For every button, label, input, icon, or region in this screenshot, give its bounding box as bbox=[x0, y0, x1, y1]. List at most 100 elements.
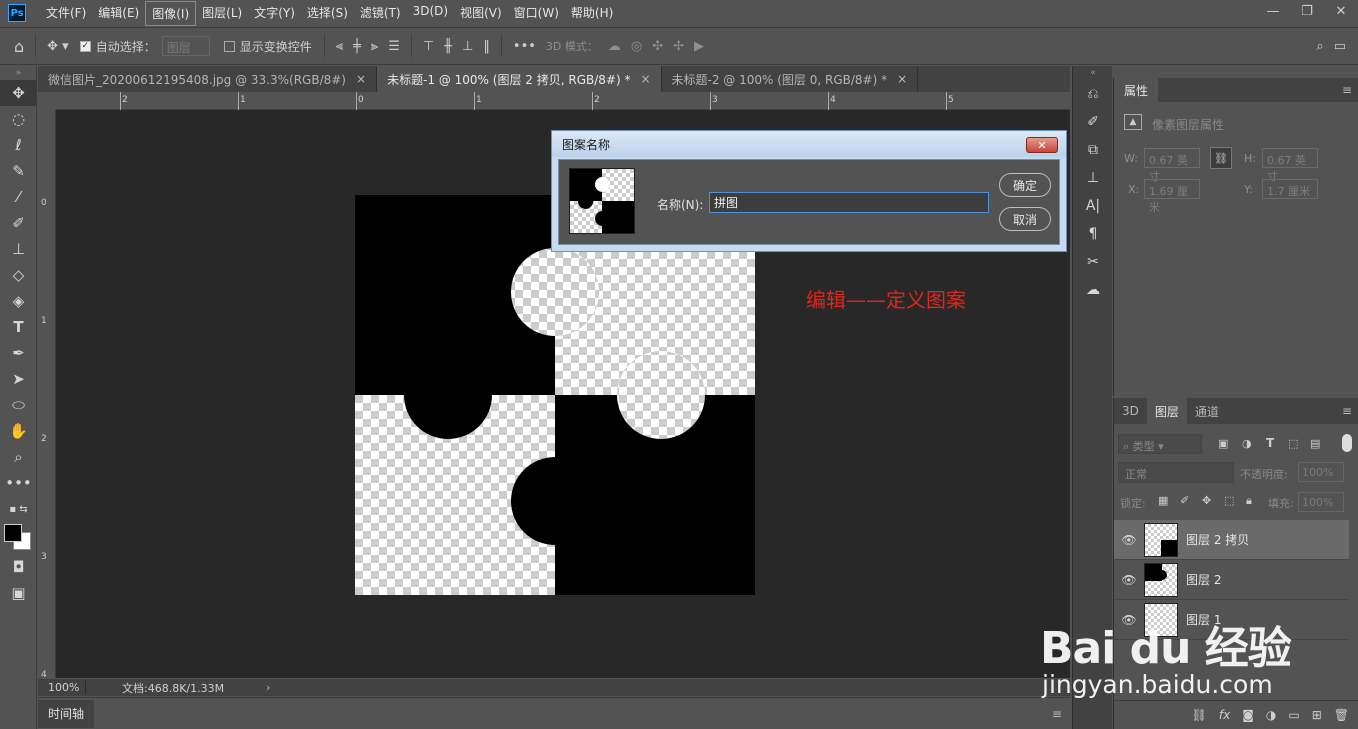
workspace-icon[interactable]: ▭ bbox=[1334, 39, 1346, 54]
delete-layer-icon[interactable]: 🗑︎ bbox=[1334, 708, 1349, 722]
fill-field[interactable]: 100% bbox=[1298, 492, 1344, 512]
marquee-tool-icon[interactable]: ◌ bbox=[0, 106, 37, 132]
tab-close-icon[interactable]: × bbox=[640, 72, 650, 86]
auto-select-checkbox[interactable]: ✓ 自动选择： bbox=[79, 38, 156, 55]
screen-mode-icon[interactable]: ▣ bbox=[0, 580, 37, 606]
align-top-icon[interactable]: ⊤ bbox=[423, 39, 434, 54]
history-icon[interactable]: ⎌ bbox=[1073, 80, 1113, 108]
tab-close-icon[interactable]: × bbox=[356, 72, 366, 86]
visibility-eye-icon[interactable]: 👁︎ bbox=[1114, 573, 1144, 587]
ellipse-tool-icon[interactable]: ⬭ bbox=[0, 392, 37, 418]
opacity-field[interactable]: 100% bbox=[1298, 462, 1344, 482]
smart-filter-icon[interactable]: ▤ bbox=[1310, 437, 1320, 450]
tools-icon[interactable]: ✂ bbox=[1073, 248, 1113, 276]
height-field[interactable]: 0.67 英寸 bbox=[1262, 148, 1318, 183]
stamp-tool-icon[interactable]: ⊥ bbox=[0, 236, 37, 262]
add-mask-icon[interactable]: ◙ bbox=[1242, 708, 1254, 722]
roll-3d-icon[interactable]: ◎ bbox=[631, 39, 642, 54]
lock-all-icon[interactable]: 🔒︎ bbox=[1246, 494, 1252, 508]
show-transform-checkbox[interactable]: 显示变换控件 bbox=[223, 38, 312, 55]
quick-mask-icon[interactable]: ◘ bbox=[0, 554, 37, 580]
ok-button[interactable]: 确定 bbox=[999, 173, 1051, 197]
x-field[interactable]: 1.69 厘米 bbox=[1144, 179, 1200, 214]
menu-item[interactable]: 滤镜(T) bbox=[354, 1, 407, 26]
move-tool-icon[interactable]: ✥ bbox=[0, 80, 37, 106]
horizontal-ruler[interactable]: 2 1 0 1 2 3 4 5 bbox=[56, 92, 1070, 110]
lock-artboard-icon[interactable]: ⬚ bbox=[1224, 494, 1234, 507]
link-layers-icon[interactable]: ⛓ bbox=[1192, 708, 1207, 722]
status-expand-icon[interactable]: › bbox=[266, 681, 270, 694]
path-select-tool-icon[interactable]: ➤ bbox=[0, 366, 37, 392]
type-filter-icon[interactable]: T bbox=[1266, 436, 1274, 450]
menu-item[interactable]: 视图(V) bbox=[454, 1, 508, 26]
camera-3d-icon[interactable]: ▶ bbox=[694, 39, 704, 54]
width-field[interactable]: 0.67 英寸 bbox=[1144, 148, 1200, 183]
menu-item[interactable]: 图层(L) bbox=[196, 1, 248, 26]
minimize-icon[interactable]: — bbox=[1256, 0, 1290, 22]
document-tab[interactable]: 未标题-2 @ 100% (图层 0, RGB/8#) * × bbox=[662, 66, 919, 92]
tab-3d[interactable]: 3D bbox=[1114, 398, 1147, 424]
zoom-level[interactable]: 100% bbox=[38, 681, 86, 694]
close-icon[interactable]: ✕ bbox=[1324, 0, 1358, 22]
menu-item[interactable]: 文件(F) bbox=[40, 1, 92, 26]
type-tool-icon[interactable]: T bbox=[0, 314, 37, 340]
vertical-ruler[interactable]: 01234 bbox=[38, 110, 56, 680]
fx-icon[interactable]: fx bbox=[1219, 708, 1230, 722]
lock-pixels-icon[interactable]: ✐ bbox=[1180, 494, 1189, 507]
menu-item[interactable]: 帮助(H) bbox=[565, 1, 619, 26]
layer-row-2-copy[interactable]: 👁︎ 图层 2 拷贝 bbox=[1114, 520, 1349, 560]
new-layer-icon[interactable]: ⊞ bbox=[1312, 708, 1322, 722]
swap-colors-icon[interactable]: ▪ ⇆ bbox=[0, 496, 37, 522]
eyedropper-tool-icon[interactable]: ⁄ bbox=[0, 184, 37, 210]
pattern-name-input[interactable] bbox=[709, 192, 989, 213]
dialog-close-button[interactable]: ✕ bbox=[1026, 137, 1058, 153]
pen-tool-icon[interactable]: ✒ bbox=[0, 340, 37, 366]
orbit-3d-icon[interactable]: ☁ bbox=[608, 39, 621, 54]
foreground-color-swatch[interactable] bbox=[4, 524, 22, 542]
more-icon[interactable]: ••• bbox=[513, 39, 536, 54]
character-icon[interactable]: A| bbox=[1073, 192, 1113, 220]
brush-settings-icon[interactable]: ✐ bbox=[1073, 108, 1113, 136]
menu-item[interactable]: 图像(I) bbox=[145, 0, 197, 26]
align-left-icon[interactable]: ⫷ bbox=[336, 39, 343, 54]
document-tab[interactable]: 微信图片_20200612195408.jpg @ 33.3%(RGB/8#) × bbox=[38, 66, 378, 92]
blend-mode-dropdown[interactable]: 正常 bbox=[1118, 462, 1234, 483]
quick-select-tool-icon[interactable]: ✎ bbox=[0, 158, 37, 184]
panel-menu-icon[interactable]: ≡ bbox=[1342, 404, 1352, 418]
document-canvas[interactable] bbox=[355, 195, 755, 595]
align-bottom-icon[interactable]: ⊥ bbox=[462, 39, 473, 54]
more-tools-icon[interactable]: ••• bbox=[0, 470, 37, 496]
distribute-v-icon[interactable]: ‖ bbox=[483, 39, 490, 54]
layer-row-2[interactable]: 👁︎ 图层 2 bbox=[1114, 560, 1349, 600]
menu-item[interactable]: 文字(Y) bbox=[248, 1, 301, 26]
filter-toggle[interactable] bbox=[1342, 434, 1352, 452]
visibility-eye-icon[interactable]: 👁︎ bbox=[1114, 533, 1144, 547]
libraries-icon[interactable]: ☁ bbox=[1073, 276, 1113, 304]
align-middle-icon[interactable]: ╫ bbox=[444, 39, 452, 54]
panel-menu-icon[interactable]: ≡ bbox=[1342, 83, 1352, 97]
link-icon[interactable]: ⛓ bbox=[1210, 147, 1232, 169]
slide-3d-icon[interactable]: ✢ bbox=[673, 39, 684, 54]
auto-select-dropdown[interactable]: 图层 bbox=[161, 36, 210, 56]
paint-bucket-tool-icon[interactable]: ◈ bbox=[0, 288, 37, 314]
collapse-icon[interactable]: « bbox=[1073, 66, 1113, 80]
menu-item[interactable]: 选择(S) bbox=[301, 1, 354, 26]
y-field[interactable]: 1.7 厘米 bbox=[1262, 179, 1318, 199]
brush-tool-icon[interactable]: ✐ bbox=[0, 210, 37, 236]
restore-icon[interactable]: ❐ bbox=[1290, 0, 1324, 22]
tab-channels[interactable]: 通道 bbox=[1187, 398, 1227, 424]
align-center-icon[interactable]: ╪ bbox=[353, 39, 361, 54]
hand-tool-icon[interactable]: ✋ bbox=[0, 418, 37, 444]
align-right-icon[interactable]: ⫸ bbox=[371, 39, 378, 54]
tab-layers[interactable]: 图层 bbox=[1146, 398, 1187, 424]
paragraph-icon[interactable]: ¶ bbox=[1073, 220, 1113, 248]
clone-source-icon[interactable]: ⊥ bbox=[1073, 164, 1113, 192]
menu-item[interactable]: 3D(D) bbox=[407, 1, 454, 26]
cancel-button[interactable]: 取消 bbox=[999, 207, 1051, 231]
filter-dropdown[interactable]: ⌕ 类型 ▾ bbox=[1118, 434, 1202, 454]
search-icon[interactable]: ⌕ bbox=[1316, 39, 1323, 54]
zoom-tool-icon[interactable]: ⌕ bbox=[0, 444, 37, 470]
document-tab[interactable]: 未标题-1 @ 100% (图层 2 拷贝, RGB/8#) * × bbox=[377, 66, 662, 92]
adjustments-icon[interactable]: ⧉ bbox=[1073, 136, 1113, 164]
new-adjustment-icon[interactable]: ◑ bbox=[1266, 708, 1276, 722]
